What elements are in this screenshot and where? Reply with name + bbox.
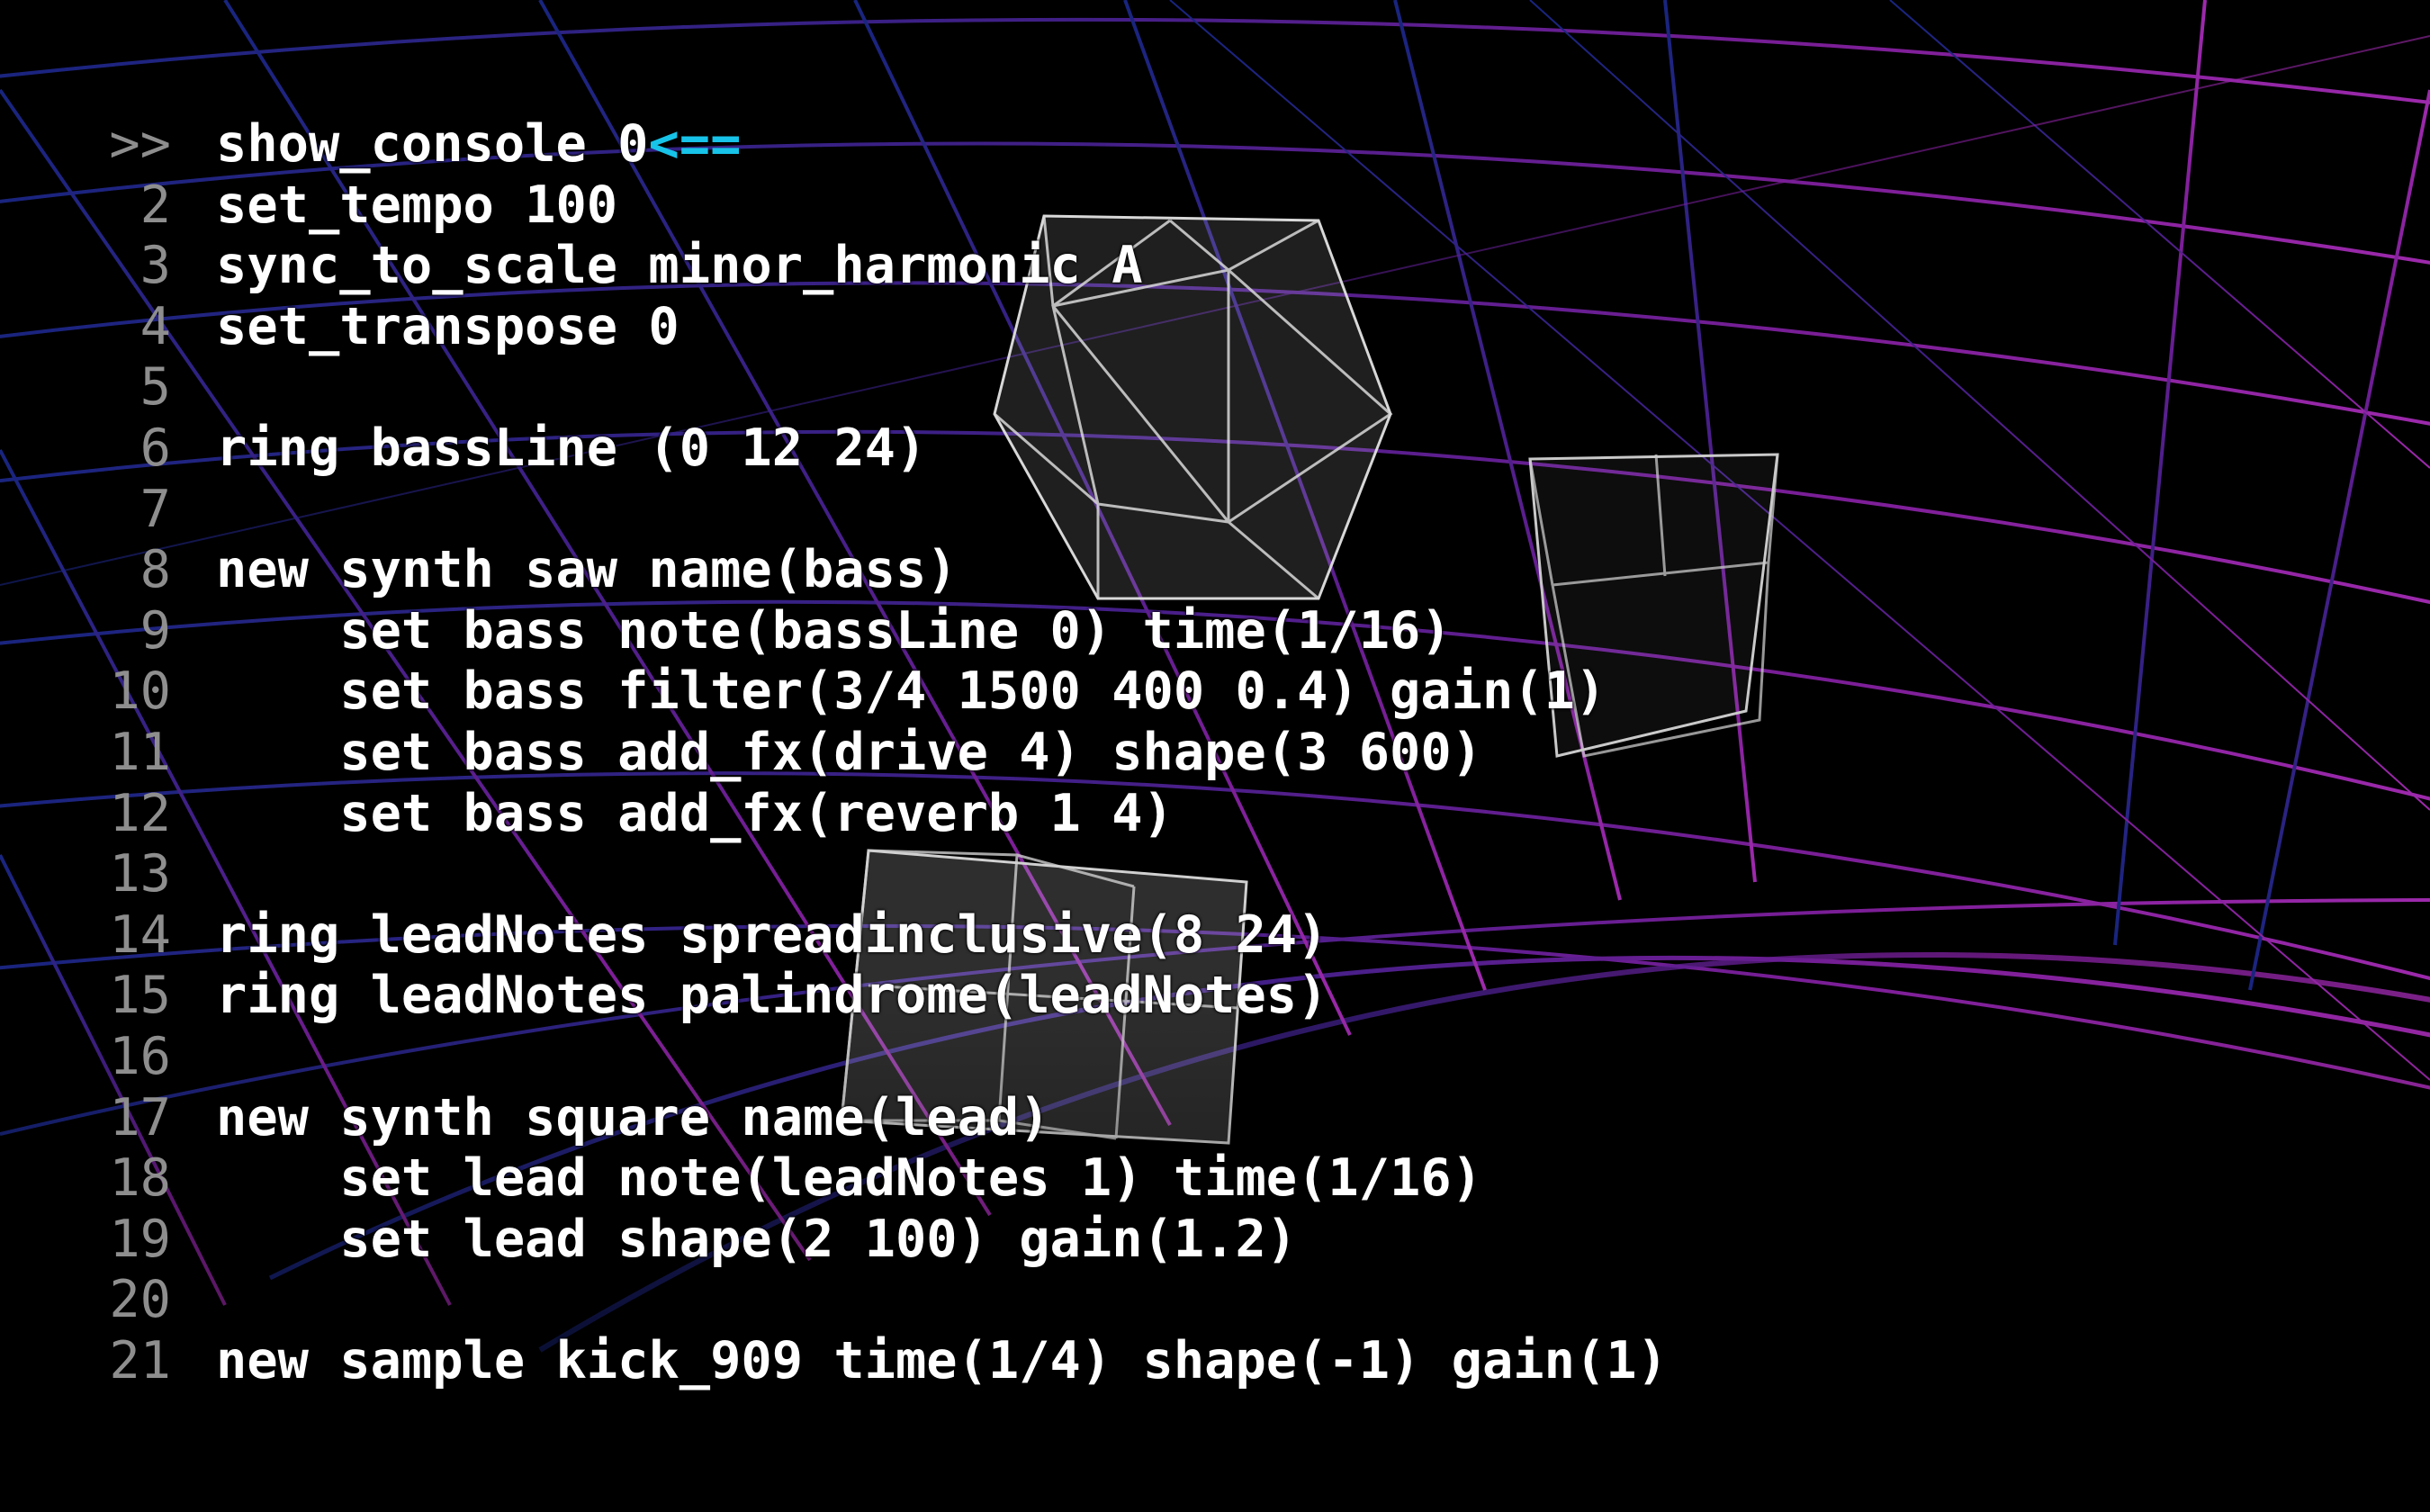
code-line[interactable]: 7 <box>0 480 2430 541</box>
code-text[interactable]: new synth square name(lead) <box>216 1088 1050 1149</box>
code-text[interactable]: ring leadNotes palindrome(leadNotes) <box>216 966 1328 1027</box>
code-text[interactable]: set_tempo 100 <box>216 176 617 237</box>
code-line[interactable]: 11 set bass add_fx(drive 4) shape(3 600) <box>0 723 2430 784</box>
code-line[interactable]: 6 ring bassLine (0 12 24) <box>0 418 2430 480</box>
code-text[interactable]: set bass add_fx(reverb 1 4) <box>216 784 1174 845</box>
code-text[interactable]: sync_to_scale minor_harmonic A <box>216 236 1143 297</box>
line-number: 15 <box>109 966 171 1026</box>
line-number: 17 <box>109 1087 171 1148</box>
line-number: 3 <box>140 236 171 296</box>
code-text[interactable]: set_transpose 0 <box>216 297 680 358</box>
line-number: 20 <box>109 1270 171 1330</box>
line-number: 11 <box>109 722 171 782</box>
code-line[interactable]: 10 set bass filter(3/4 1500 400 0.4) gai… <box>0 662 2430 723</box>
live-coding-canvas: >> show_console 0 <== 2 set_tempo 100 3 sync_t… <box>0 0 2430 1512</box>
code-line[interactable]: 21 new sample kick_909 time(1/4) shape(-1… <box>0 1331 2430 1392</box>
code-line[interactable]: 14 ring leadNotes spreadinclusive(8 24) <box>0 905 2430 967</box>
line-number: 13 <box>109 844 171 904</box>
code-text[interactable]: set lead shape(2 100) gain(1.2) <box>216 1210 1297 1271</box>
code-line[interactable]: 2 set_tempo 100 <box>0 176 2430 237</box>
code-line[interactable]: 12 set bass add_fx(reverb 1 4) <box>0 784 2430 845</box>
code-line[interactable]: 5 <box>0 357 2430 418</box>
code-text[interactable]: ring bassLine (0 12 24) <box>216 418 926 480</box>
code-line[interactable]: >> show_console 0 <== <box>0 114 2430 176</box>
code-text[interactable]: new synth saw name(bass) <box>216 540 958 601</box>
line-number: 7 <box>140 479 171 539</box>
code-line[interactable]: 3 sync_to_scale minor_harmonic A <box>0 236 2430 297</box>
code-line[interactable]: 16 <box>0 1027 2430 1088</box>
line-number: 12 <box>109 783 171 843</box>
line-number: 16 <box>109 1026 171 1086</box>
code-text[interactable]: set lead note(leadNotes 1) time(1/16) <box>216 1148 1482 1210</box>
line-number: 14 <box>109 904 171 965</box>
code-line[interactable]: 8 new synth saw name(bass) <box>0 540 2430 601</box>
code-line[interactable]: 13 <box>0 844 2430 905</box>
line-number: 9 <box>140 600 171 661</box>
line-number: 5 <box>140 357 171 418</box>
code-text[interactable]: set bass add_fx(drive 4) shape(3 600) <box>216 723 1482 784</box>
line-number: 21 <box>109 1330 171 1390</box>
code-text[interactable]: ring leadNotes spreadinclusive(8 24) <box>216 905 1328 967</box>
code-line[interactable]: 15 ring leadNotes palindrome(leadNotes) <box>0 966 2430 1027</box>
code-text[interactable]: set bass filter(3/4 1500 400 0.4) gain(1… <box>216 662 1606 723</box>
cursor-marker: <== <box>648 114 742 174</box>
code-text[interactable]: new sample kick_909 time(1/4) shape(-1) … <box>216 1331 1668 1392</box>
line-number: 8 <box>140 540 171 600</box>
code-editor[interactable]: >> show_console 0 <== 2 set_tempo 100 3 sync_t… <box>0 114 2430 1391</box>
code-line[interactable]: 17 new synth square name(lead) <box>0 1088 2430 1149</box>
code-line[interactable]: 9 set bass note(bassLine 0) time(1/16) <box>0 601 2430 662</box>
line-number: 18 <box>109 1148 171 1209</box>
code-line[interactable]: 4 set_transpose 0 <box>0 297 2430 358</box>
prompt-marker: >> <box>109 114 171 174</box>
line-number: 2 <box>140 175 171 235</box>
line-number: 10 <box>109 662 171 722</box>
line-number: 6 <box>140 418 171 478</box>
code-line[interactable]: 18 set lead note(leadNotes 1) time(1/16) <box>0 1148 2430 1210</box>
line-number: 4 <box>140 296 171 356</box>
code-line[interactable]: 20 <box>0 1270 2430 1331</box>
code-text[interactable]: set bass note(bassLine 0) time(1/16) <box>216 601 1451 662</box>
code-line[interactable]: 19 set lead shape(2 100) gain(1.2) <box>0 1210 2430 1271</box>
line-number: 19 <box>109 1209 171 1269</box>
code-text[interactable]: show_console 0 <box>216 114 648 176</box>
